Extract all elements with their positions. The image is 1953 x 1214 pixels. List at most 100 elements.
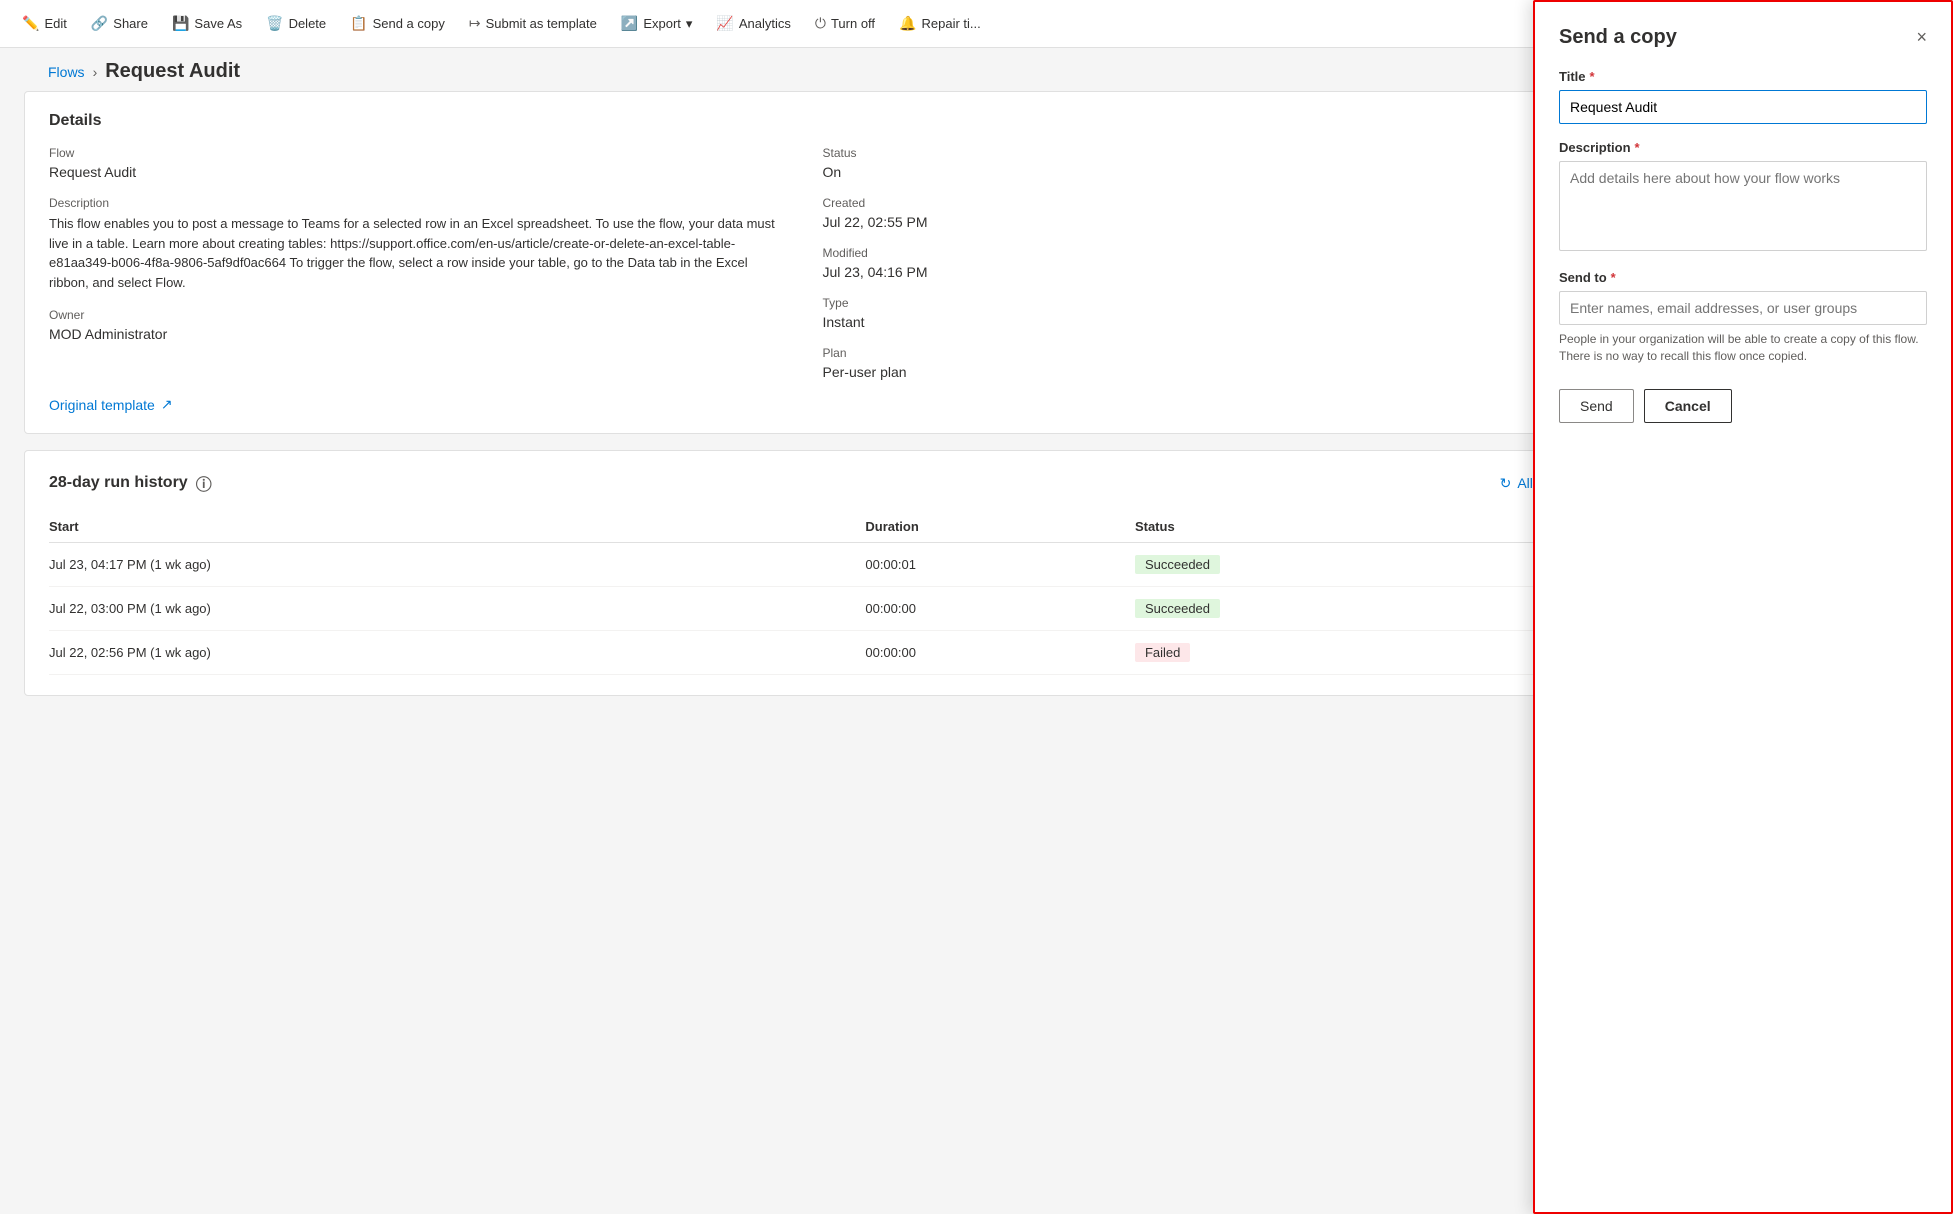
type-value: Instant <box>823 314 1565 330</box>
run-history-header: 28-day run history ⓘ ↻ All runs <box>49 471 1564 495</box>
table-row: Jul 22, 03:00 PM (1 wk ago) 00:00:00 Suc… <box>49 587 1564 631</box>
modified-label: Modified <box>823 246 1565 260</box>
description-required-star: * <box>1635 140 1640 155</box>
col-status: Status <box>1135 511 1564 543</box>
run-status: Failed <box>1135 631 1564 675</box>
run-start: Jul 22, 03:00 PM (1 wk ago) <box>49 587 865 631</box>
send-to-input[interactable] <box>1559 291 1927 325</box>
submit-template-icon: ↦ <box>469 15 481 32</box>
repair-button[interactable]: 🔔 Repair ti... <box>889 9 991 38</box>
modified-value: Jul 23, 04:16 PM <box>823 264 1565 280</box>
cancel-button[interactable]: Cancel <box>1644 389 1732 423</box>
breadcrumb-parent[interactable]: Flows <box>48 64 85 80</box>
col-start: Start <box>49 511 865 543</box>
run-start: Jul 23, 04:17 PM (1 wk ago) <box>49 543 865 587</box>
plan-section: Plan Per-user plan <box>823 346 1565 380</box>
col-duration: Duration <box>865 511 1135 543</box>
breadcrumb-separator: › <box>93 64 98 80</box>
delete-button[interactable]: 🗑️ Delete <box>256 9 336 38</box>
share-button[interactable]: 🔗 Share <box>81 9 158 38</box>
send-copy-icon: 📋 <box>350 15 367 32</box>
info-icon: ⓘ <box>196 471 212 495</box>
export-button[interactable]: ↗️ Export ▾ <box>611 9 703 38</box>
run-duration: 00:00:00 <box>865 587 1135 631</box>
send-to-hint: People in your organization will be able… <box>1559 331 1927 365</box>
save-as-icon: 💾 <box>172 15 189 32</box>
table-row: Jul 23, 04:17 PM (1 wk ago) 00:00:01 Suc… <box>49 543 1564 587</box>
status-badge: Failed <box>1135 643 1190 662</box>
send-copy-panel: Send a copy × Title * Description * Send… <box>1533 0 1953 1214</box>
edit-icon: ✏️ <box>22 15 39 32</box>
delete-icon: 🗑️ <box>266 15 283 32</box>
details-grid: Flow Request Audit Description This flow… <box>49 146 1564 380</box>
bell-icon: 🔔 <box>899 15 916 32</box>
panel-title: Send a copy <box>1559 26 1677 49</box>
description-form-label: Description * <box>1559 140 1927 155</box>
run-duration: 00:00:00 <box>865 631 1135 675</box>
send-to-form-label: Send to * <box>1559 270 1927 285</box>
send-to-required-star: * <box>1611 270 1616 285</box>
details-card-header: Details Edit <box>49 112 1564 130</box>
run-status: Succeeded <box>1135 543 1564 587</box>
power-icon: ⏻ <box>815 15 826 32</box>
plan-label: Plan <box>823 346 1565 360</box>
created-label: Created <box>823 196 1565 210</box>
status-label: Status <box>823 146 1565 160</box>
panel-actions: Send Cancel <box>1559 389 1927 423</box>
status-badge: Succeeded <box>1135 555 1220 574</box>
run-status: Succeeded <box>1135 587 1564 631</box>
title-input[interactable] <box>1559 90 1927 124</box>
submit-template-button[interactable]: ↦ Submit as template <box>459 9 607 38</box>
external-link-icon: ↗ <box>161 396 173 413</box>
breadcrumb: Flows › Request Audit <box>24 48 1589 91</box>
description-form-group: Description * <box>1559 140 1927 254</box>
details-card-title: Details <box>49 112 101 130</box>
analytics-button[interactable]: 📈 Analytics <box>706 9 800 38</box>
turn-off-button[interactable]: ⏻ Turn off <box>805 9 885 38</box>
description-textarea[interactable] <box>1559 161 1927 251</box>
plan-value: Per-user plan <box>823 364 1565 380</box>
original-template-link[interactable]: Original template ↗ <box>49 396 1564 413</box>
owner-label: Owner <box>49 308 791 322</box>
status-value: On <box>823 164 1565 180</box>
page-title: Request Audit <box>105 60 240 83</box>
analytics-icon: 📈 <box>716 15 733 32</box>
status-section: Status On <box>823 146 1565 180</box>
flow-section: Flow Request Audit <box>49 146 791 180</box>
title-form-label: Title * <box>1559 69 1927 84</box>
export-icon: ↗️ <box>621 15 638 32</box>
description-section: Description This flow enables you to pos… <box>49 196 791 292</box>
flow-value: Request Audit <box>49 164 791 180</box>
save-as-button[interactable]: 💾 Save As <box>162 9 252 38</box>
table-row: Jul 22, 02:56 PM (1 wk ago) 00:00:00 Fai… <box>49 631 1564 675</box>
title-form-group: Title * <box>1559 69 1927 124</box>
details-card: Details Edit Flow Request Audit Descript… <box>24 91 1589 434</box>
edit-button[interactable]: ✏️ Edit <box>12 9 77 38</box>
type-label: Type <box>823 296 1565 310</box>
created-value: Jul 22, 02:55 PM <box>823 214 1565 230</box>
details-left-col: Flow Request Audit Description This flow… <box>49 146 791 380</box>
run-history-card: 28-day run history ⓘ ↻ All runs Start Du… <box>24 450 1589 696</box>
created-section: Created Jul 22, 02:55 PM <box>823 196 1565 230</box>
status-badge: Succeeded <box>1135 599 1220 618</box>
panel-header: Send a copy × <box>1559 26 1927 49</box>
title-required-star: * <box>1590 69 1595 84</box>
description-label: Description <box>49 196 791 210</box>
send-button[interactable]: Send <box>1559 389 1634 423</box>
panel-close-button[interactable]: × <box>1916 27 1927 48</box>
run-duration: 00:00:01 <box>865 543 1135 587</box>
run-start: Jul 22, 02:56 PM (1 wk ago) <box>49 631 865 675</box>
modified-section: Modified Jul 23, 04:16 PM <box>823 246 1565 280</box>
export-chevron-icon: ▾ <box>686 16 693 32</box>
send-copy-button[interactable]: 📋 Send a copy <box>340 9 455 38</box>
run-history-title: 28-day run history ⓘ <box>49 471 212 495</box>
description-value: This flow enables you to post a message … <box>49 214 791 292</box>
original-template-label: Original template <box>49 397 155 413</box>
run-history-table: Start Duration Status Jul 23, 04:17 PM (… <box>49 511 1564 675</box>
refresh-icon: ↻ <box>1500 475 1512 492</box>
share-icon: 🔗 <box>91 15 108 32</box>
send-to-form-group: Send to * People in your organization wi… <box>1559 270 1927 365</box>
type-section: Type Instant <box>823 296 1565 330</box>
owner-section: Owner MOD Administrator <box>49 308 791 342</box>
owner-value: MOD Administrator <box>49 326 791 342</box>
